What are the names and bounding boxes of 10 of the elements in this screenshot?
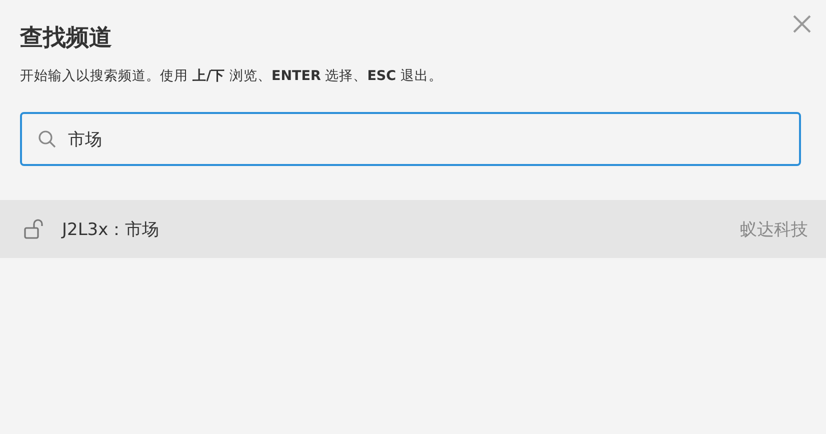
team-name: 蚁达科技 xyxy=(740,218,808,240)
hint-text: 开始输入以搜索频道。使用 上/下 浏览、ENTER 选择、ESC 退出。 xyxy=(20,67,444,86)
close-button[interactable] xyxy=(792,14,812,34)
channel-result[interactable]: J2L3x：市场 蚁达科技 xyxy=(0,200,826,258)
search-icon xyxy=(38,130,56,148)
dialog-title: 查找频道 xyxy=(20,24,113,53)
channel-name: J2L3x：市场 xyxy=(62,218,160,240)
search-field[interactable]: 市场 xyxy=(20,112,801,166)
unlocked-lock-icon xyxy=(24,219,46,239)
close-icon xyxy=(792,14,812,34)
